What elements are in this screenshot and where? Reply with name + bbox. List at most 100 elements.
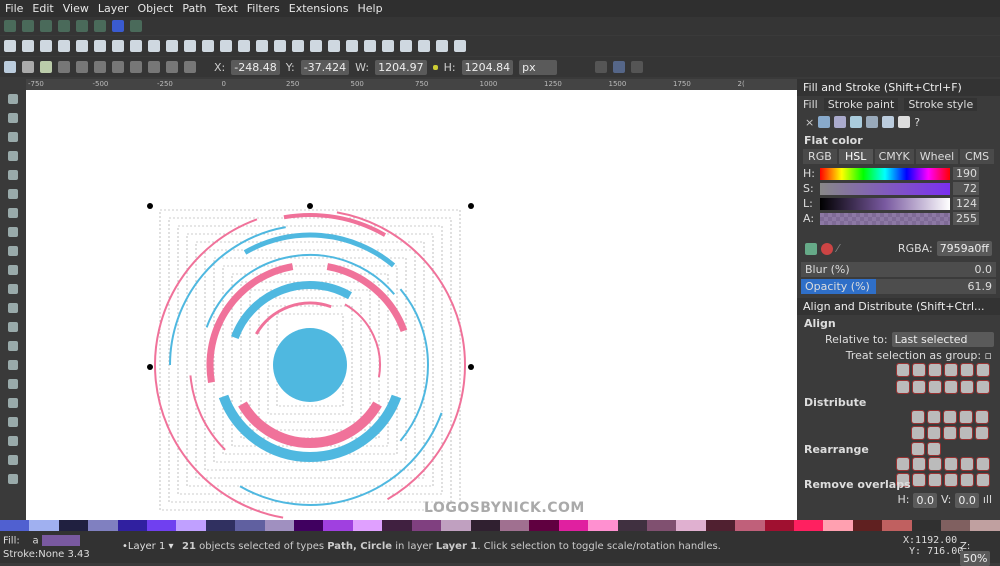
tab-stroke-paint[interactable]: Stroke paint <box>823 98 899 111</box>
xml-editor-icon[interactable] <box>400 40 412 52</box>
slider-track[interactable] <box>820 212 950 225</box>
measure-tool-icon[interactable] <box>8 170 18 180</box>
pencil-tool-icon[interactable] <box>8 284 18 294</box>
menu-file[interactable]: File <box>5 2 23 15</box>
print-icon[interactable] <box>58 40 70 52</box>
menu-edit[interactable]: Edit <box>32 2 53 15</box>
palette-swatch[interactable] <box>558 520 589 531</box>
opacity-slider[interactable]: Opacity (%) 61.9 <box>801 279 996 294</box>
palette-swatch[interactable] <box>676 520 706 531</box>
tab-hsl[interactable]: HSL <box>838 149 873 164</box>
dropper-tool-icon[interactable] <box>8 455 18 465</box>
relative-to-select[interactable]: Last selected <box>891 332 994 347</box>
align-option-icon[interactable] <box>960 363 974 377</box>
align-option-icon[interactable] <box>912 380 926 394</box>
palette-swatch[interactable] <box>617 520 647 531</box>
align-option-icon[interactable] <box>959 426 973 440</box>
pink-arc[interactable] <box>255 301 332 335</box>
menu-object[interactable]: Object <box>138 2 174 15</box>
layer-select[interactable]: •Layer 1 ▾ <box>122 541 174 552</box>
snap-page-icon[interactable] <box>94 20 106 32</box>
pink-arc[interactable] <box>344 303 381 378</box>
scale-handle[interactable] <box>468 203 474 209</box>
remove-overlaps-icon[interactable]: ıll <box>983 493 992 508</box>
snap-bbox-icon[interactable] <box>22 20 34 32</box>
align-option-icon[interactable] <box>944 473 958 487</box>
color-palette[interactable] <box>0 520 1000 531</box>
palette-swatch[interactable] <box>29 520 59 531</box>
slider-s[interactable]: S: 72 <box>803 182 994 195</box>
connector-tool-icon[interactable] <box>8 474 18 484</box>
fill-stroke-icon[interactable] <box>346 40 358 52</box>
rotate-cw-icon[interactable] <box>76 61 88 73</box>
eraser-tool-icon[interactable] <box>8 379 18 389</box>
align-option-icon[interactable] <box>976 473 990 487</box>
stroke-indicator[interactable]: Stroke:None 3.43 <box>3 549 90 560</box>
new-document-icon[interactable] <box>4 40 16 52</box>
palette-swatch[interactable] <box>0 520 30 531</box>
palette-swatch[interactable] <box>911 520 941 531</box>
palette-swatch[interactable] <box>382 520 412 531</box>
spiral-tool-icon[interactable] <box>8 265 18 275</box>
align-option-icon[interactable] <box>928 380 942 394</box>
raise-top-icon[interactable] <box>130 61 142 73</box>
lower-icon[interactable] <box>166 61 178 73</box>
node-tool-icon[interactable] <box>8 113 18 123</box>
blue-arc[interactable] <box>243 232 396 268</box>
h-input[interactable]: 1204.84 <box>461 59 514 75</box>
align-option-icon[interactable] <box>975 426 989 440</box>
overlap-v-input[interactable]: 0.0 <box>955 493 979 508</box>
align-option-icon[interactable] <box>976 457 990 471</box>
snap-toggle-icon[interactable] <box>4 20 16 32</box>
align-option-icon[interactable] <box>912 457 926 471</box>
paste-icon[interactable] <box>184 40 196 52</box>
lower-bottom-icon[interactable] <box>184 61 196 73</box>
clone-icon[interactable] <box>274 40 286 52</box>
scale-corners-icon[interactable] <box>595 61 608 73</box>
overlap-h-input[interactable]: 0.0 <box>913 493 937 508</box>
blur-slider[interactable]: Blur (%) 0.0 <box>801 262 996 277</box>
zoom-page-icon[interactable] <box>238 40 250 52</box>
slider-a[interactable]: A: 255 <box>803 212 994 225</box>
w-input[interactable]: 1204.97 <box>375 59 427 75</box>
snap-path-icon[interactable] <box>58 20 70 32</box>
align-option-icon[interactable] <box>911 442 925 456</box>
align-option-icon[interactable] <box>927 426 941 440</box>
align-option-icon[interactable] <box>960 457 974 471</box>
palette-swatch[interactable] <box>793 520 824 531</box>
align-option-icon[interactable] <box>975 410 989 424</box>
bucket-tool-icon[interactable] <box>8 398 18 408</box>
palette-swatch[interactable] <box>499 520 530 531</box>
select-all-icon[interactable] <box>4 61 16 73</box>
palette-swatch[interactable] <box>294 520 324 531</box>
move-patterns-icon[interactable] <box>631 61 644 73</box>
cut-icon[interactable] <box>166 40 178 52</box>
flat-color-icon[interactable] <box>818 116 831 128</box>
palette-swatch[interactable] <box>529 520 559 531</box>
align-option-icon[interactable] <box>927 410 941 424</box>
eyedropper-icon[interactable]: ⁄ <box>837 242 839 255</box>
linear-gradient-icon[interactable] <box>834 116 847 128</box>
zoom-tool-icon[interactable] <box>8 151 18 161</box>
align-option-icon[interactable] <box>960 380 974 394</box>
palette-swatch[interactable] <box>852 520 883 531</box>
zoom-field[interactable]: Z: 50% <box>960 541 1000 566</box>
rect-tool-icon[interactable] <box>8 189 18 199</box>
align-option-icon[interactable] <box>896 380 910 394</box>
save-icon[interactable] <box>40 40 52 52</box>
scale-handle[interactable] <box>468 364 474 370</box>
menu-text[interactable]: Text <box>216 2 238 15</box>
no-paint-icon[interactable]: × <box>805 116 814 129</box>
scale-handle[interactable] <box>307 203 313 209</box>
palette-swatch[interactable] <box>235 520 265 531</box>
slider-value[interactable]: 72 <box>953 182 979 195</box>
palette-swatch[interactable] <box>117 520 148 531</box>
menu-help[interactable]: Help <box>357 2 382 15</box>
menu-filters[interactable]: Filters <box>247 2 280 15</box>
palette-swatch[interactable] <box>441 520 471 531</box>
align-option-icon[interactable] <box>928 457 942 471</box>
deselect-icon[interactable] <box>40 61 52 73</box>
unlink-clone-icon[interactable] <box>292 40 304 52</box>
distribute-buttons[interactable] <box>797 410 1000 456</box>
3dbox-tool-icon[interactable] <box>8 208 18 218</box>
